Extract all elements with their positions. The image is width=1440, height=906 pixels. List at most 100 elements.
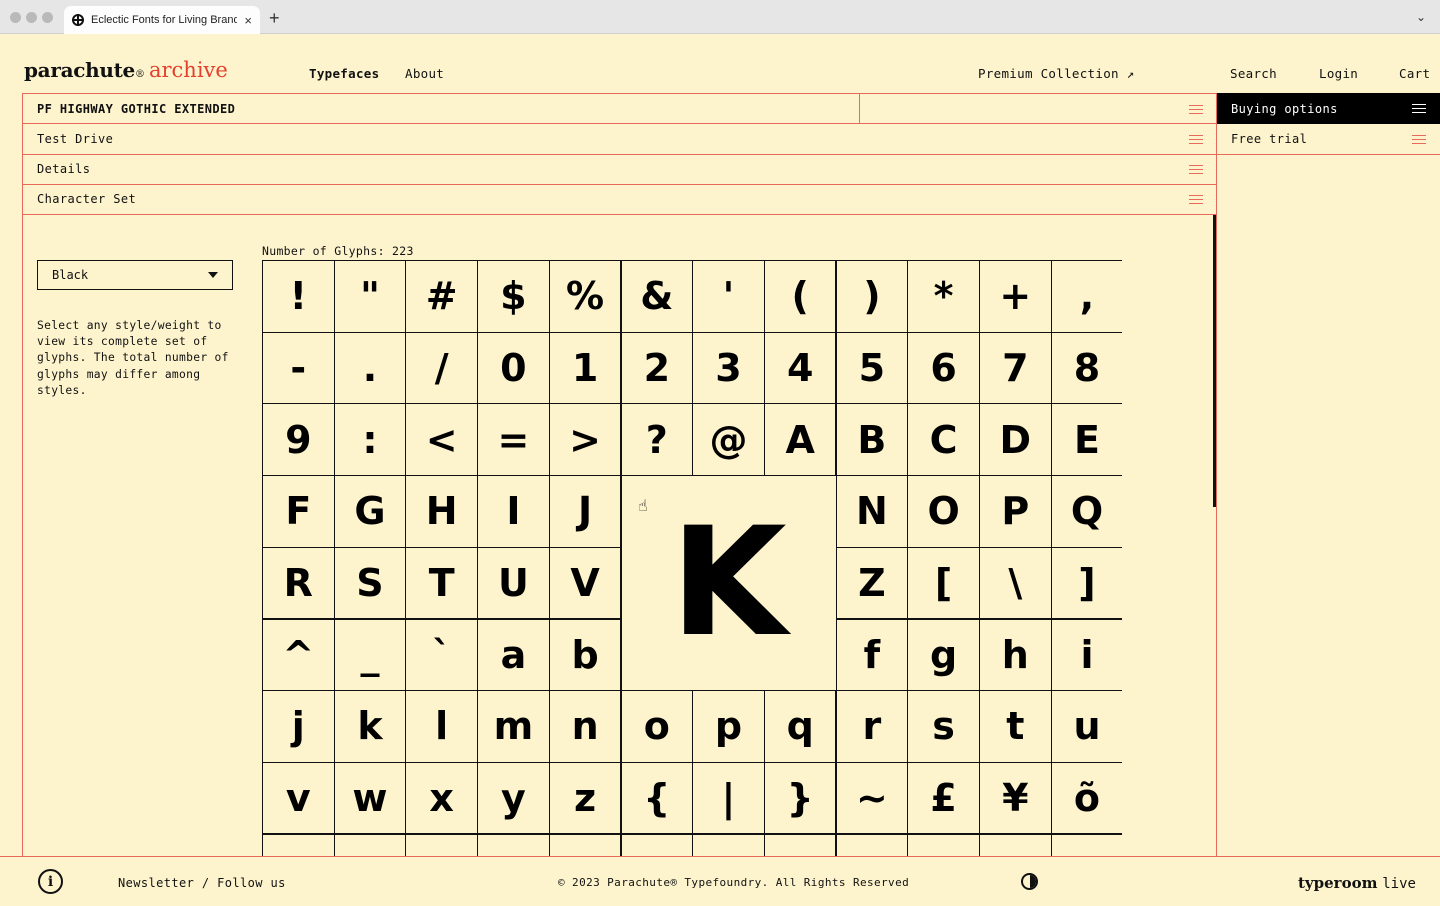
glyph-cell[interactable]: D: [979, 403, 1052, 476]
glyph-cell[interactable]: O: [907, 475, 980, 548]
glyph-cell[interactable]: 6: [907, 331, 980, 405]
glyph-cell[interactable]: 0: [477, 331, 550, 405]
new-tab-icon[interactable]: +: [269, 8, 280, 29]
nav-cart[interactable]: Cart: [1399, 66, 1430, 81]
glyph-cell[interactable]: A: [763, 403, 837, 476]
glyph-cell[interactable]: F: [262, 475, 335, 548]
glyph-cell[interactable]: x: [405, 761, 478, 835]
tab-close-icon[interactable]: ×: [244, 13, 252, 28]
close-window-icon[interactable]: [10, 12, 21, 23]
glyph-cell[interactable]: ,: [1050, 260, 1122, 333]
glyph-cell[interactable]: *: [907, 260, 980, 333]
glyph-cell[interactable]: ): [835, 260, 909, 333]
glyph-cell[interactable]: /: [405, 331, 478, 405]
glyph-cell[interactable]: h: [979, 618, 1052, 692]
glyph-cell[interactable]: [548, 833, 622, 856]
free-trial-row[interactable]: Free trial: [1217, 124, 1440, 155]
glyph-cell[interactable]: $: [477, 260, 550, 333]
glyph-cell[interactable]: f: [835, 618, 909, 692]
typeroom-live-link[interactable]: typeroom live: [1298, 874, 1416, 892]
glyph-cell[interactable]: U: [477, 546, 550, 620]
nav-premium-collection[interactable]: Premium Collection ↗: [978, 66, 1135, 81]
glyph-cell[interactable]: 4: [763, 331, 837, 405]
glyph-cell[interactable]: [979, 833, 1052, 856]
glyph-cell[interactable]: T: [405, 546, 478, 620]
test-drive-row[interactable]: Test Drive: [22, 124, 1217, 155]
glyph-cell[interactable]: .: [333, 331, 407, 405]
glyph-cell[interactable]: 5: [835, 331, 909, 405]
glyph-cell[interactable]: q: [763, 690, 837, 763]
glyph-cell[interactable]: -: [262, 331, 335, 405]
glyph-cell[interactable]: j: [262, 690, 335, 763]
glyph-cell[interactable]: ^: [262, 618, 335, 692]
glyph-cell[interactable]: C: [907, 403, 980, 476]
nav-typefaces[interactable]: Typefaces: [309, 66, 379, 81]
glyph-cell[interactable]: N: [835, 475, 909, 548]
glyph-cell[interactable]: s: [907, 690, 980, 763]
nav-search[interactable]: Search: [1230, 66, 1277, 81]
glyph-cell[interactable]: :: [333, 403, 407, 476]
glyph-cell[interactable]: =: [477, 403, 550, 476]
glyph-cell[interactable]: #: [405, 260, 478, 333]
glyph-cell[interactable]: m: [477, 690, 550, 763]
buying-options-row[interactable]: Buying options: [1217, 93, 1440, 124]
glyph-cell[interactable]: [333, 833, 407, 856]
style-select[interactable]: Black: [37, 260, 233, 290]
glyph-cell[interactable]: B: [835, 403, 909, 476]
glyph-cell[interactable]: Q: [1050, 475, 1122, 548]
glyph-cell[interactable]: I: [477, 475, 550, 548]
glyph-cell[interactable]: [835, 833, 909, 856]
glyph-cell[interactable]: ': [692, 260, 765, 333]
glyph-cell[interactable]: P: [979, 475, 1052, 548]
glyph-cell[interactable]: 7: [979, 331, 1052, 405]
glyph-cell[interactable]: v: [262, 761, 335, 835]
glyph-cell[interactable]: [763, 833, 837, 856]
character-set-row[interactable]: Character Set: [22, 184, 1217, 215]
info-icon[interactable]: i: [38, 869, 63, 894]
font-name-row[interactable]: PF HIGHWAY GOTHIC EXTENDED: [22, 93, 1217, 124]
glyph-cell[interactable]: !: [262, 260, 335, 333]
glyph-cell[interactable]: E: [1050, 403, 1122, 476]
glyph-cell[interactable]: G: [333, 475, 407, 548]
contrast-toggle-icon[interactable]: [1021, 873, 1038, 890]
scrollbar[interactable]: [1213, 215, 1216, 507]
glyph-cell[interactable]: ~: [835, 761, 909, 835]
menu-icon[interactable]: [1189, 195, 1203, 204]
menu-icon[interactable]: [1189, 105, 1203, 114]
details-row[interactable]: Details: [22, 154, 1217, 185]
glyph-cell[interactable]: ": [333, 260, 407, 333]
glyph-cell[interactable]: r: [835, 690, 909, 763]
glyph-cell[interactable]: }: [763, 761, 837, 835]
glyph-cell[interactable]: k: [333, 690, 407, 763]
menu-icon[interactable]: [1189, 135, 1203, 144]
glyph-cell[interactable]: u: [1050, 690, 1122, 763]
glyph-cell[interactable]: i: [1050, 618, 1122, 692]
glyph-cell[interactable]: [907, 833, 980, 856]
glyph-cell[interactable]: (: [763, 260, 837, 333]
menu-icon[interactable]: [1412, 104, 1426, 113]
glyph-cell[interactable]: \: [979, 546, 1052, 620]
glyph-cell[interactable]: @: [692, 403, 765, 476]
glyph-cell[interactable]: H: [405, 475, 478, 548]
glyph-cell[interactable]: %: [548, 260, 622, 333]
glyph-cell[interactable]: >: [548, 403, 622, 476]
glyph-cell[interactable]: ?: [620, 403, 694, 476]
glyph-cell[interactable]: p: [692, 690, 765, 763]
glyph-cell[interactable]: o: [620, 690, 694, 763]
glyph-cell[interactable]: 1: [548, 331, 622, 405]
glyph-cell[interactable]: {: [620, 761, 694, 835]
glyph-cell[interactable]: b: [548, 618, 622, 692]
glyph-cell[interactable]: [477, 833, 550, 856]
glyph-cell[interactable]: [: [907, 546, 980, 620]
glyph-cell[interactable]: 9: [262, 403, 335, 476]
glyph-cell[interactable]: w: [333, 761, 407, 835]
glyph-cell[interactable]: õ: [1050, 761, 1122, 835]
glyph-cell[interactable]: l: [405, 690, 478, 763]
glyph-cell[interactable]: <: [405, 403, 478, 476]
glyph-cell[interactable]: £: [907, 761, 980, 835]
glyph-cell[interactable]: +: [979, 260, 1052, 333]
browser-tab[interactable]: Eclectic Fonts for Living Brands ×: [64, 6, 260, 34]
newsletter-link[interactable]: Newsletter / Follow us: [118, 876, 286, 890]
maximize-window-icon[interactable]: [42, 12, 53, 23]
nav-login[interactable]: Login: [1319, 66, 1358, 81]
